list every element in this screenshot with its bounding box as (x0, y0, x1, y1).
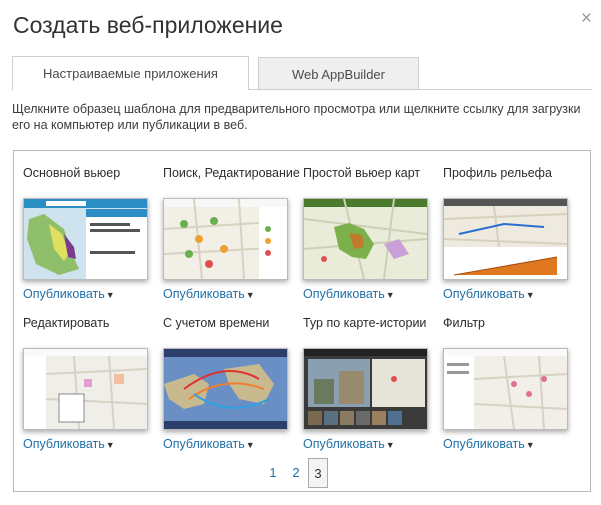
template-name: Тур по карте-истории (303, 316, 427, 330)
create-web-app-dialog: Создать веб-приложение × Настраиваемые п… (0, 0, 601, 505)
template-thumbnail[interactable] (443, 198, 568, 280)
template-thumbnail[interactable] (443, 348, 568, 430)
page-link-2[interactable]: 2 (286, 458, 306, 488)
caret-down-icon: ▼ (105, 290, 115, 300)
template-thumbnail[interactable] (23, 348, 148, 430)
caret-down-icon: ▼ (525, 440, 535, 450)
close-icon[interactable]: × (581, 9, 592, 28)
publish-link[interactable]: Опубликовать▼ (443, 437, 535, 451)
page-link-1[interactable]: 1 (263, 458, 283, 488)
templates-panel: Основной вьюер Опубликовать▼ Поиск, Реда… (13, 150, 591, 492)
template-name: Простой вьюер карт (303, 166, 421, 180)
template-card: С учетом времени Опубликовать▼ (163, 316, 303, 451)
template-name: Профиль рельефа (443, 166, 552, 180)
caret-down-icon: ▼ (525, 290, 535, 300)
template-thumbnail[interactable] (163, 348, 288, 430)
dialog-title: Создать веб-приложение (13, 12, 283, 38)
template-card: Фильтр Опубликовать▼ (443, 316, 583, 451)
publish-link[interactable]: Опубликовать▼ (23, 287, 115, 301)
template-card: Тур по карте-истории Опубликовать▼ (303, 316, 443, 451)
page-link-3-current[interactable]: 3 (308, 458, 328, 488)
caret-down-icon: ▼ (385, 290, 395, 300)
template-card: Простой вьюер карт Опубликовать▼ (303, 166, 443, 301)
caret-down-icon: ▼ (385, 440, 395, 450)
template-card: Поиск, Редактирование Опубликовать▼ (163, 166, 303, 301)
template-name: С учетом времени (163, 316, 270, 330)
template-thumbnail[interactable] (303, 198, 428, 280)
publish-link[interactable]: Опубликовать▼ (443, 287, 535, 301)
tab-bar: Настраиваемые приложения Web AppBuilder (12, 56, 592, 90)
caret-down-icon: ▼ (245, 290, 255, 300)
template-card: Профиль рельефа Опубликовать▼ (443, 166, 583, 301)
publish-link[interactable]: Опубликовать▼ (303, 287, 395, 301)
template-name: Поиск, Редактирование (163, 166, 300, 180)
publish-link[interactable]: Опубликовать▼ (163, 287, 255, 301)
template-card: Редактировать Опубликовать▼ (23, 316, 163, 451)
tab-web-appbuilder[interactable]: Web AppBuilder (258, 57, 419, 90)
publish-link[interactable]: Опубликовать▼ (23, 437, 115, 451)
template-thumbnail[interactable] (23, 198, 148, 280)
tab-divider (12, 89, 592, 90)
publish-link[interactable]: Опубликовать▼ (163, 437, 255, 451)
template-name: Основной вьюер (23, 166, 121, 180)
publish-link[interactable]: Опубликовать▼ (303, 437, 395, 451)
tab-configurable-apps[interactable]: Настраиваемые приложения (12, 56, 249, 90)
template-thumbnail[interactable] (303, 348, 428, 430)
caret-down-icon: ▼ (245, 440, 255, 450)
template-thumbnail[interactable] (163, 198, 288, 280)
caret-down-icon: ▼ (105, 440, 115, 450)
template-name: Редактировать (23, 316, 110, 330)
intro-text: Щелкните образец шаблона для предварител… (12, 102, 581, 132)
template-card: Основной вьюер Опубликовать▼ (23, 166, 163, 301)
template-name: Фильтр (443, 316, 485, 330)
